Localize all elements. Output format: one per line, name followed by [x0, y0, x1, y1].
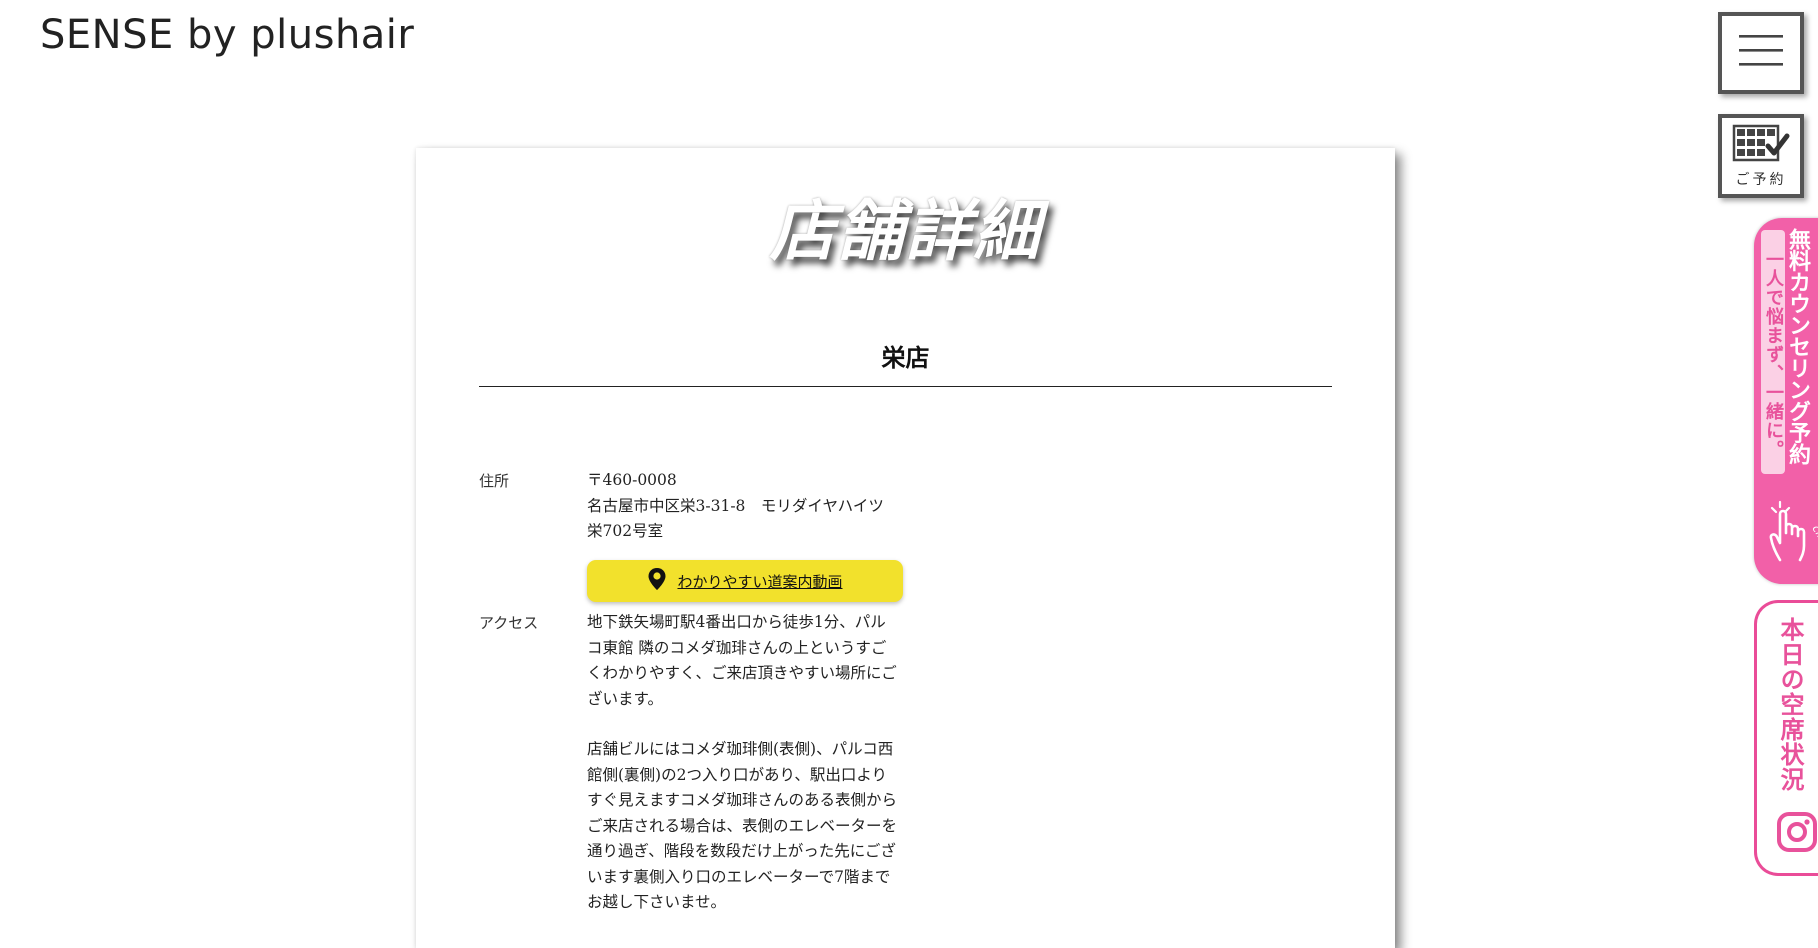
address-value: 〒460-0008 名古屋市中区栄3-31-8 モリダイヤハイツ栄702号室: [587, 468, 899, 545]
hamburger-menu-icon: [1737, 31, 1785, 75]
address-postal: 〒460-0008: [587, 471, 677, 489]
menu-button[interactable]: [1718, 12, 1804, 94]
title-divider: [479, 386, 1332, 387]
calendar-check-icon: [1732, 124, 1790, 166]
page-title: 店舗詳細: [769, 192, 1042, 270]
free-counseling-button[interactable]: 一人で悩まず、一緒に。 無料カウンセリング予約 click!: [1754, 218, 1818, 584]
directions-video-label: わかりやすい道案内動画: [677, 572, 843, 591]
directions-video-button[interactable]: わかりやすい道案内動画: [587, 560, 903, 602]
today-availability-button[interactable]: 本日の空席状況: [1754, 600, 1818, 876]
shop-name: 栄店: [881, 343, 930, 372]
map-pin-icon: [647, 567, 667, 595]
access-value: 地下鉄矢場町駅4番出口から徒歩1分、パルコ東館 隣のコメダ珈琲さんの上というすご…: [587, 610, 899, 916]
site-logo[interactable]: SENSE by plushair: [40, 12, 414, 58]
reserve-label: ご予約: [1735, 171, 1787, 188]
access-paragraph: 店舗ビルにはコメダ珈琲側(表側)、パルコ西館側(裏側)の2つ入り口があり、駅出口…: [587, 740, 898, 911]
reserve-button[interactable]: ご予約: [1718, 114, 1804, 198]
access-label: アクセス: [479, 614, 539, 632]
counseling-title: 無料カウンセリング予約: [1785, 228, 1810, 465]
address-label: 住所: [479, 472, 510, 490]
address-street: 名古屋市中区栄3-31-8 モリダイヤハイツ栄702号室: [587, 496, 884, 541]
counseling-subtitle: 一人で悩まず、一緒に。: [1761, 230, 1785, 474]
instagram-icon: [1776, 811, 1818, 857]
today-availability-label: 本日の空席状況: [1776, 617, 1804, 792]
store-detail-card: 店舗詳細 栄店 住所 〒460-0008 名古屋市中区栄3-31-8 モリダイヤ…: [416, 148, 1395, 948]
access-paragraph: 地下鉄矢場町駅4番出口から徒歩1分、パルコ東館 隣のコメダ珈琲さんの上というすご…: [587, 613, 897, 708]
click-label: click!: [1809, 523, 1818, 554]
hand-pointer-icon: click!: [1766, 500, 1818, 568]
